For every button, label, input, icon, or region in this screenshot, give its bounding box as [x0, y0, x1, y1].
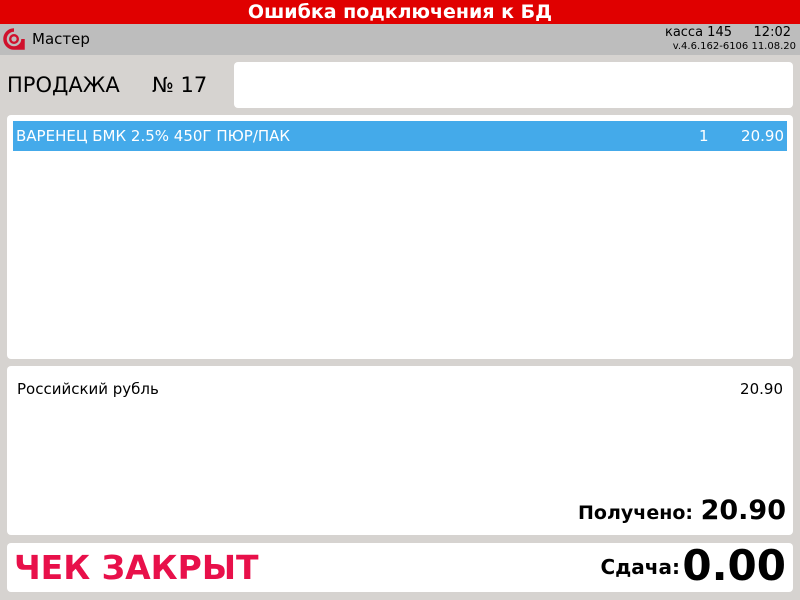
db-connection-error-banner: Ошибка подключения к БД — [0, 0, 800, 24]
kassa-number: касса 145 — [664, 25, 732, 40]
received-label: Получено: — [578, 502, 693, 524]
payment-currency: Российский рубль — [17, 380, 159, 398]
info-box — [234, 62, 793, 108]
item-quantity: 1 — [699, 127, 709, 145]
receipt-number: № 17 — [152, 73, 208, 97]
status-bar: Мастер касса 145 12:02 v.4.6.162-6106 11… — [0, 24, 800, 55]
logo-icon — [3, 28, 25, 50]
item-name: ВАРЕНЕЦ БМК 2.5% 450Г ПЮР/ПАК — [16, 127, 291, 145]
item-price: 20.90 — [741, 127, 784, 145]
cashier-name: Мастер — [32, 30, 90, 48]
item-row[interactable]: ВАРЕНЕЦ БМК 2.5% 450Г ПЮР/ПАК 1 20.90 — [13, 121, 787, 151]
sale-title: ПРОДАЖА — [7, 73, 120, 97]
items-list: ВАРЕНЕЦ БМК 2.5% 450Г ПЮР/ПАК 1 20.90 — [7, 115, 793, 359]
check-status-panel: ЧЕК ЗАКРЫТ Сдача: 0.00 — [7, 541, 793, 592]
version-info: v.4.6.162-6106 11.08.20 — [672, 41, 796, 52]
received-amount: 20.90 — [700, 495, 786, 526]
payment-panel: Российский рубль 20.90 Получено: 20.90 — [7, 366, 793, 535]
check-closed-status: ЧЕК ЗАКРЫТ — [14, 548, 259, 587]
change-amount: 0.00 — [682, 541, 786, 590]
clock: 12:02 — [753, 25, 791, 40]
change-label: Сдача: — [600, 555, 680, 579]
payment-amount: 20.90 — [740, 380, 783, 398]
